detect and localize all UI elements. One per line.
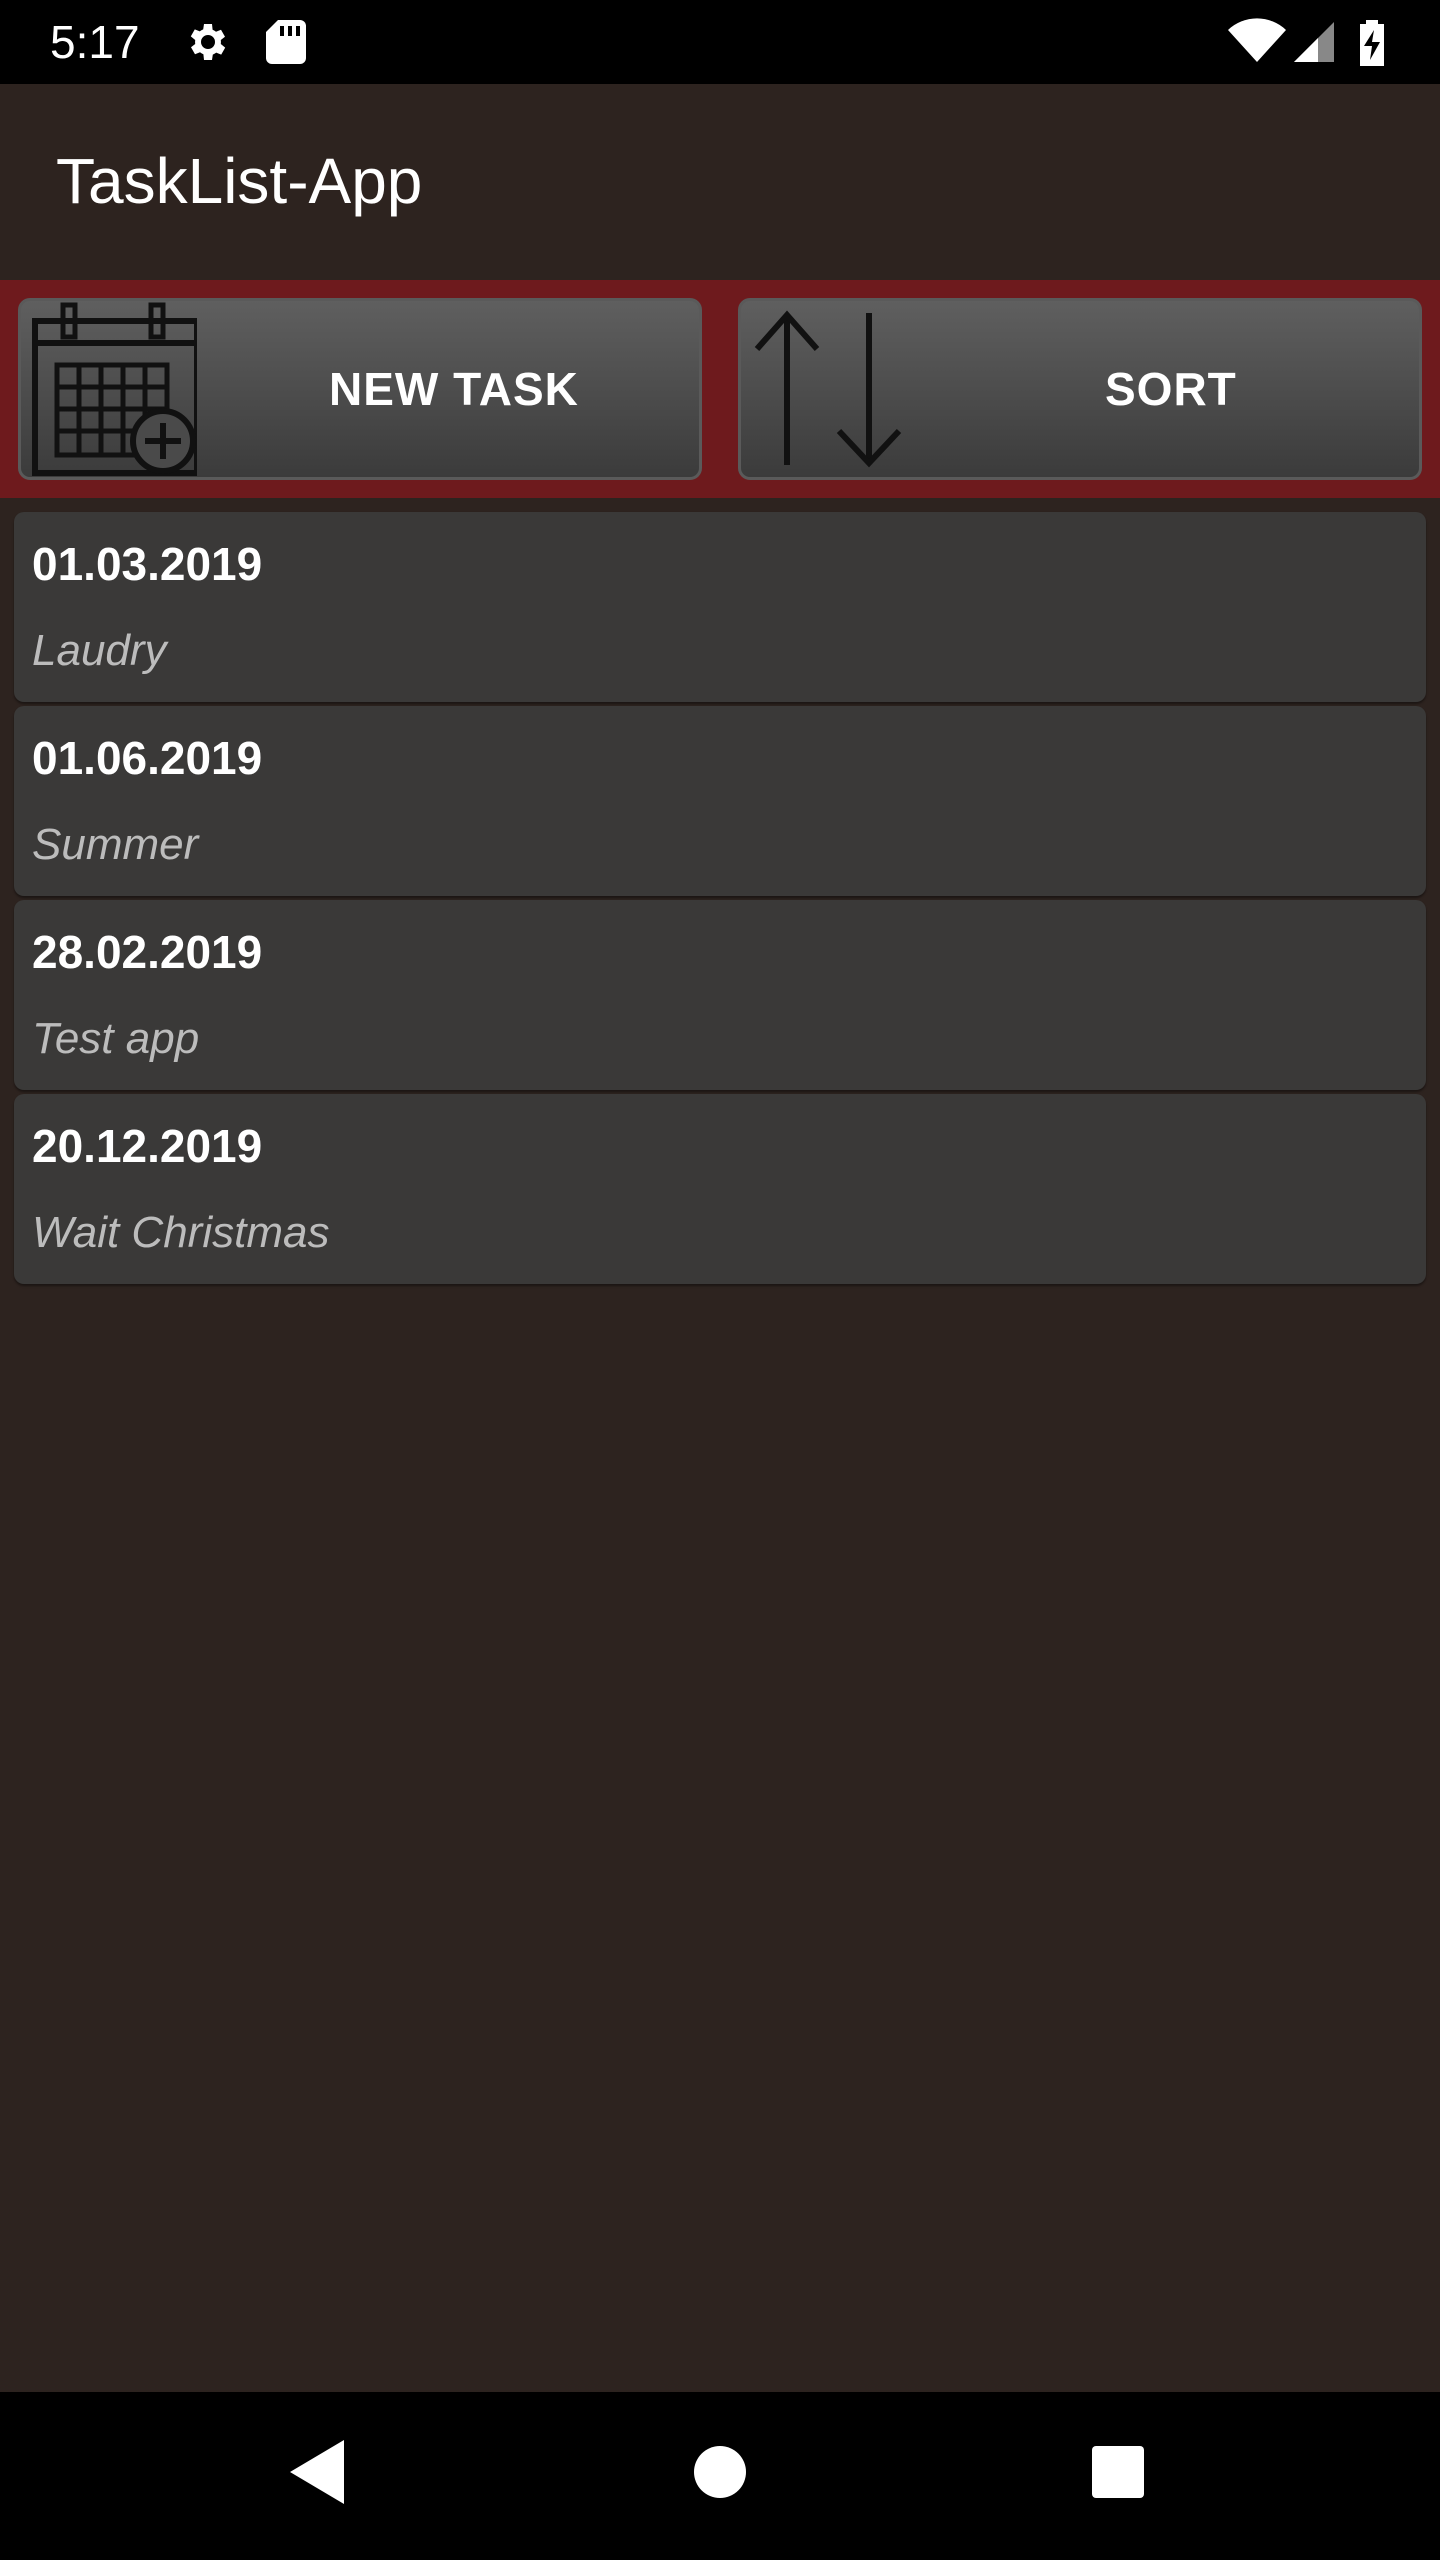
recents-icon[interactable] — [1090, 2436, 1146, 2513]
task-name: Test app — [32, 1014, 200, 1063]
sort-button[interactable]: SORT — [738, 298, 1422, 480]
status-time: 5:17 — [50, 16, 140, 68]
battery-charging-icon — [1356, 18, 1388, 71]
home-icon[interactable] — [690, 2436, 750, 2513]
task-date: 01.06.2019 — [32, 732, 263, 784]
task-name: Summer — [32, 820, 199, 869]
task-date: 28.02.2019 — [32, 926, 263, 978]
sort-arrows-icon — [741, 301, 917, 482]
back-icon[interactable] — [286, 2436, 350, 2513]
calendar-add-icon — [21, 301, 200, 482]
app-bar: TaskList-App — [0, 84, 1440, 280]
navigation-bar — [0, 2392, 1440, 2560]
new-task-label: NEW TASK — [329, 363, 579, 415]
sd-card-icon — [264, 18, 308, 71]
gear-icon — [184, 18, 232, 71]
sort-label: SORT — [1105, 363, 1237, 415]
task-list: 01.03.2019 Laudry 01.06.2019 Summer 28.0… — [14, 512, 1426, 1288]
task-name: Laudry — [32, 626, 167, 675]
status-bar: 5:17 — [0, 0, 1440, 84]
app-title: TaskList-App — [56, 145, 423, 217]
task-item[interactable]: 01.06.2019 Summer — [14, 706, 1426, 896]
task-item[interactable]: 20.12.2019 Wait Christmas — [14, 1094, 1426, 1284]
toolbar: NEW TASK SORT — [0, 280, 1440, 498]
task-date: 20.12.2019 — [32, 1120, 263, 1172]
signal-icon — [1290, 18, 1338, 71]
task-name: Wait Christmas — [32, 1208, 330, 1257]
wifi-icon — [1228, 18, 1286, 71]
new-task-button[interactable]: NEW TASK — [18, 298, 702, 480]
task-item[interactable]: 01.03.2019 Laudry — [14, 512, 1426, 702]
task-date: 01.03.2019 — [32, 538, 263, 590]
task-item[interactable]: 28.02.2019 Test app — [14, 900, 1426, 1090]
